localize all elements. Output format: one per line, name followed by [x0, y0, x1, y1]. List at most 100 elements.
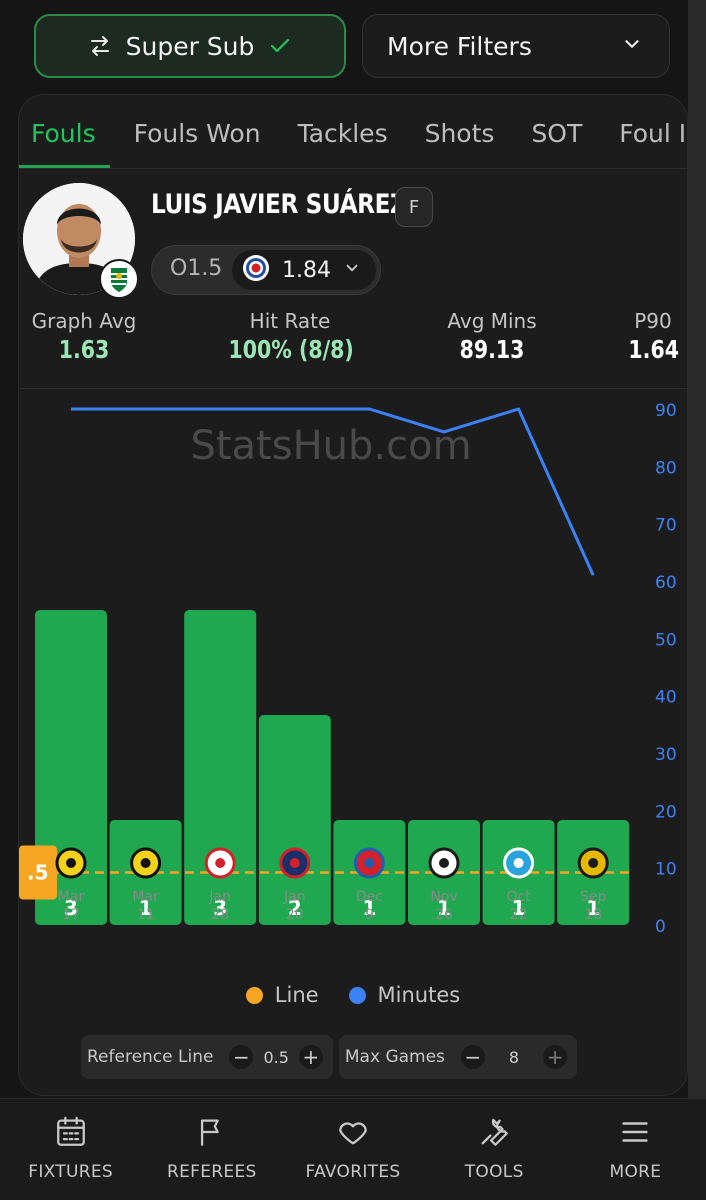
legend-item-line[interactable]: Line [245, 983, 319, 1007]
decrement-button[interactable]: − [460, 1045, 485, 1069]
sporting-badge-icon [99, 259, 139, 303]
x-tick-month: Nov [430, 889, 457, 905]
x-tick-day: 26 [435, 907, 453, 923]
super-sub-label: Super Sub [125, 31, 255, 61]
tab-fouls[interactable]: Fouls [19, 119, 110, 168]
tab-foul-inv[interactable]: Foul Inv [619, 119, 687, 168]
y-tick-60: 60 [655, 573, 677, 593]
logo-core [215, 858, 226, 868]
reference-line-value: 0.5 [263, 1047, 289, 1067]
x-tick-month: Jan [208, 889, 231, 905]
super-sub-button[interactable]: Super Sub [34, 14, 346, 78]
legend-dot [245, 986, 263, 1004]
reference-line-stepper: − 0.5 + [219, 1035, 333, 1079]
check-icon [268, 34, 292, 58]
logo-core [66, 858, 76, 868]
chart-legend: Line Minutes [19, 983, 687, 1007]
stat-value: 100% (8/8) [228, 335, 354, 364]
x-tick-month: Dec [356, 889, 383, 905]
scrollbar[interactable] [688, 0, 706, 1098]
psg-icon [279, 847, 311, 879]
x-tick-month: Sep [580, 889, 607, 905]
player-card: Fouls Fouls Won Tackles Shots SOT Foul I… [18, 94, 688, 1096]
nav-label: MORE [609, 1162, 662, 1182]
player-name: LUIS JAVIER SUÁREZ [151, 189, 407, 220]
bodo-glimt-icon [130, 847, 162, 879]
x-tick-day: 18 [584, 907, 602, 923]
x-tick-day: 22 [510, 907, 528, 923]
max-games-stepper: − 8 + [450, 1035, 578, 1079]
nav-referees[interactable]: REFEREES [141, 1099, 282, 1200]
x-tick-month: Jan [283, 889, 306, 905]
chart-controls: Reference Line − 0.5 + Max Games − 8 + [81, 1035, 578, 1079]
legend-item-minutes[interactable]: Minutes [348, 983, 461, 1007]
tab-fouls-won[interactable]: Fouls Won [134, 119, 261, 168]
stat-label: Hit Rate [249, 309, 331, 333]
chevron-down-icon [343, 259, 361, 281]
x-axis: Mar 17 Mar 11 Jan 28 Jan 20 Dec 9 Nov 26 Oct 22 Sep 18 [55, 847, 609, 923]
x-tick-day: 9 [365, 907, 374, 923]
filter-row: Super Sub More Filters [34, 14, 670, 78]
increment-button[interactable]: + [298, 1045, 323, 1069]
heart-icon [336, 1115, 370, 1154]
stat-avg-mins: Avg Mins 89.13 [437, 309, 547, 364]
reference-line-label: Reference Line [81, 1035, 220, 1079]
odds-value: 1.84 [282, 257, 331, 283]
x-tick-month: Mar [58, 889, 85, 905]
y-tick-70: 70 [655, 516, 677, 536]
logo-core [439, 858, 449, 868]
bottom-nav: FIXTURES REFEREES FAVORITES TOOLS MORE [0, 1098, 706, 1200]
nav-more[interactable]: MORE [565, 1099, 706, 1200]
odds-line: O1.5 [170, 256, 223, 281]
calendar-icon [54, 1115, 88, 1154]
max-games-value: 8 [508, 1047, 520, 1067]
stats-row: Graph Avg 1.63 Hit Rate 100% (8/8) Avg M… [19, 309, 687, 389]
tab-shots[interactable]: Shots [425, 119, 495, 168]
y-tick-40: 40 [655, 688, 677, 708]
nav-label: FIXTURES [28, 1162, 113, 1182]
bodo-glimt-icon [55, 847, 87, 879]
nav-fixtures[interactable]: FIXTURES [0, 1099, 141, 1200]
stat-label: Avg Mins [447, 309, 537, 333]
max-games-control: Max Games − 8 + [338, 1035, 578, 1079]
y-tick-80: 80 [655, 458, 677, 478]
stat-label: Graph Avg [31, 309, 137, 333]
kairat-icon [577, 847, 609, 879]
nav-label: FAVORITES [305, 1162, 401, 1182]
athletic-club-icon [204, 847, 236, 879]
position-badge: F [395, 187, 433, 227]
increment-button[interactable]: + [543, 1045, 568, 1069]
bayern-icon [353, 847, 385, 879]
stat-tabs: Fouls Fouls Won Tackles Shots SOT Foul I… [19, 95, 687, 169]
swap-icon [88, 34, 112, 58]
nav-tools[interactable]: TOOLS [424, 1099, 565, 1200]
y-tick-90: 90 [655, 401, 677, 421]
tab-sot[interactable]: SOT [531, 119, 582, 168]
more-filters-dropdown[interactable]: More Filters [362, 14, 670, 78]
logo-core [588, 858, 599, 868]
stat-value: 1.63 [58, 335, 110, 364]
y-tick-20: 20 [655, 802, 677, 822]
legend-dot [348, 986, 366, 1004]
marseille-icon [503, 847, 535, 879]
legend-label: Line [274, 983, 319, 1007]
logo-core [289, 858, 300, 868]
nav-label: REFEREES [167, 1162, 257, 1182]
stat-p90: P90 1.64 [623, 309, 683, 364]
max-games-label: Max Games [338, 1035, 451, 1079]
more-filters-label: More Filters [387, 31, 532, 61]
x-tick-month: Mar [132, 889, 159, 905]
logo-core [513, 858, 524, 868]
reference-line-control: Reference Line − 0.5 + [81, 1035, 333, 1079]
logo-core [140, 858, 151, 868]
decrement-button[interactable]: − [229, 1045, 254, 1069]
legend-label: Minutes [377, 983, 461, 1007]
x-tick-day: 11 [137, 907, 155, 923]
club-brugge-icon [428, 847, 460, 879]
odds-bookmaker[interactable]: 1.84 [232, 250, 376, 290]
tab-tackles[interactable]: Tackles [298, 119, 388, 168]
menu-icon [618, 1115, 652, 1154]
stat-value: 1.64 [628, 335, 679, 364]
odds-selector[interactable]: O1.5 1.84 [151, 245, 381, 295]
nav-favorites[interactable]: FAVORITES [282, 1099, 423, 1200]
